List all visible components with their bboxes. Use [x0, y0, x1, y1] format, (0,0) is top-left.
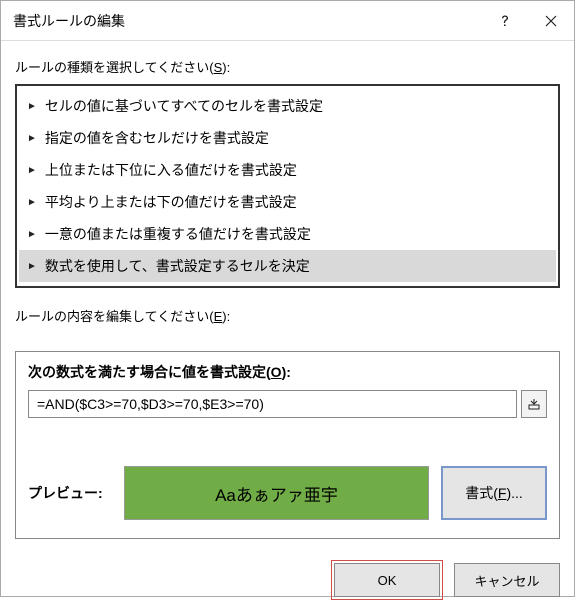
help-button[interactable] [482, 1, 528, 41]
rule-type-item[interactable]: ► 上位または下位に入る値だけを書式設定 [19, 154, 556, 186]
format-preview: Aaあぁアァ亜宇 [124, 466, 429, 520]
rule-type-label: ルールの種類を選択してください(S): [15, 57, 560, 76]
close-button[interactable] [528, 1, 574, 41]
rule-type-text: 指定の値を含むセルだけを書式設定 [45, 128, 269, 148]
rule-type-item[interactable]: ► 平均より上または下の値だけを書式設定 [19, 186, 556, 218]
collapse-icon [528, 398, 540, 410]
preview-label: プレビュー: [28, 483, 112, 503]
ok-button[interactable]: OK [334, 563, 440, 597]
range-selector-button[interactable] [521, 390, 547, 418]
rule-type-item[interactable]: ► セルの値に基づいてすべてのセルを書式設定 [19, 90, 556, 122]
rule-type-text: 一意の値または重複する値だけを書式設定 [45, 224, 311, 244]
dialog-content: ルールの種類を選択してください(S): ► セルの値に基づいてすべてのセルを書式… [1, 41, 574, 553]
preview-row: プレビュー: Aaあぁアァ亜宇 書式(F)... [28, 466, 547, 520]
help-icon [498, 14, 512, 28]
formula-input[interactable] [28, 390, 517, 418]
rule-edit-panel: 次の数式を満たす場合に値を書式設定(O): プレビュー: Aaあぁアァ亜宇 書式… [15, 351, 560, 539]
arrow-icon: ► [27, 165, 37, 176]
rule-type-item[interactable]: ► 指定の値を含むセルだけを書式設定 [19, 122, 556, 154]
rule-type-text: セルの値に基づいてすべてのセルを書式設定 [45, 96, 323, 116]
cancel-button[interactable]: キャンセル [454, 563, 560, 597]
arrow-icon: ► [27, 101, 37, 112]
rule-type-text: 平均より上または下の値だけを書式設定 [45, 192, 297, 212]
dialog-footer: OK キャンセル [1, 553, 574, 611]
rule-type-list[interactable]: ► セルの値に基づいてすべてのセルを書式設定 ► 指定の値を含むセルだけを書式設… [15, 84, 560, 288]
arrow-icon: ► [27, 261, 37, 272]
rule-type-text: 上位または下位に入る値だけを書式設定 [45, 160, 297, 180]
rule-type-item[interactable]: ► 数式を使用して、書式設定するセルを決定 [19, 250, 556, 282]
rule-type-text: 数式を使用して、書式設定するセルを決定 [45, 256, 310, 276]
titlebar: 書式ルールの編集 [1, 1, 574, 41]
arrow-icon: ► [27, 133, 37, 144]
format-button[interactable]: 書式(F)... [441, 466, 547, 520]
window-title: 書式ルールの編集 [13, 11, 482, 31]
arrow-icon: ► [27, 197, 37, 208]
rule-type-item[interactable]: ► 一意の値または重複する値だけを書式設定 [19, 218, 556, 250]
formula-row [28, 390, 547, 418]
formula-heading: 次の数式を満たす場合に値を書式設定(O): [28, 362, 547, 382]
rule-edit-label: ルールの内容を編集してください(E): [15, 306, 560, 325]
close-icon [545, 15, 557, 27]
arrow-icon: ► [27, 229, 37, 240]
